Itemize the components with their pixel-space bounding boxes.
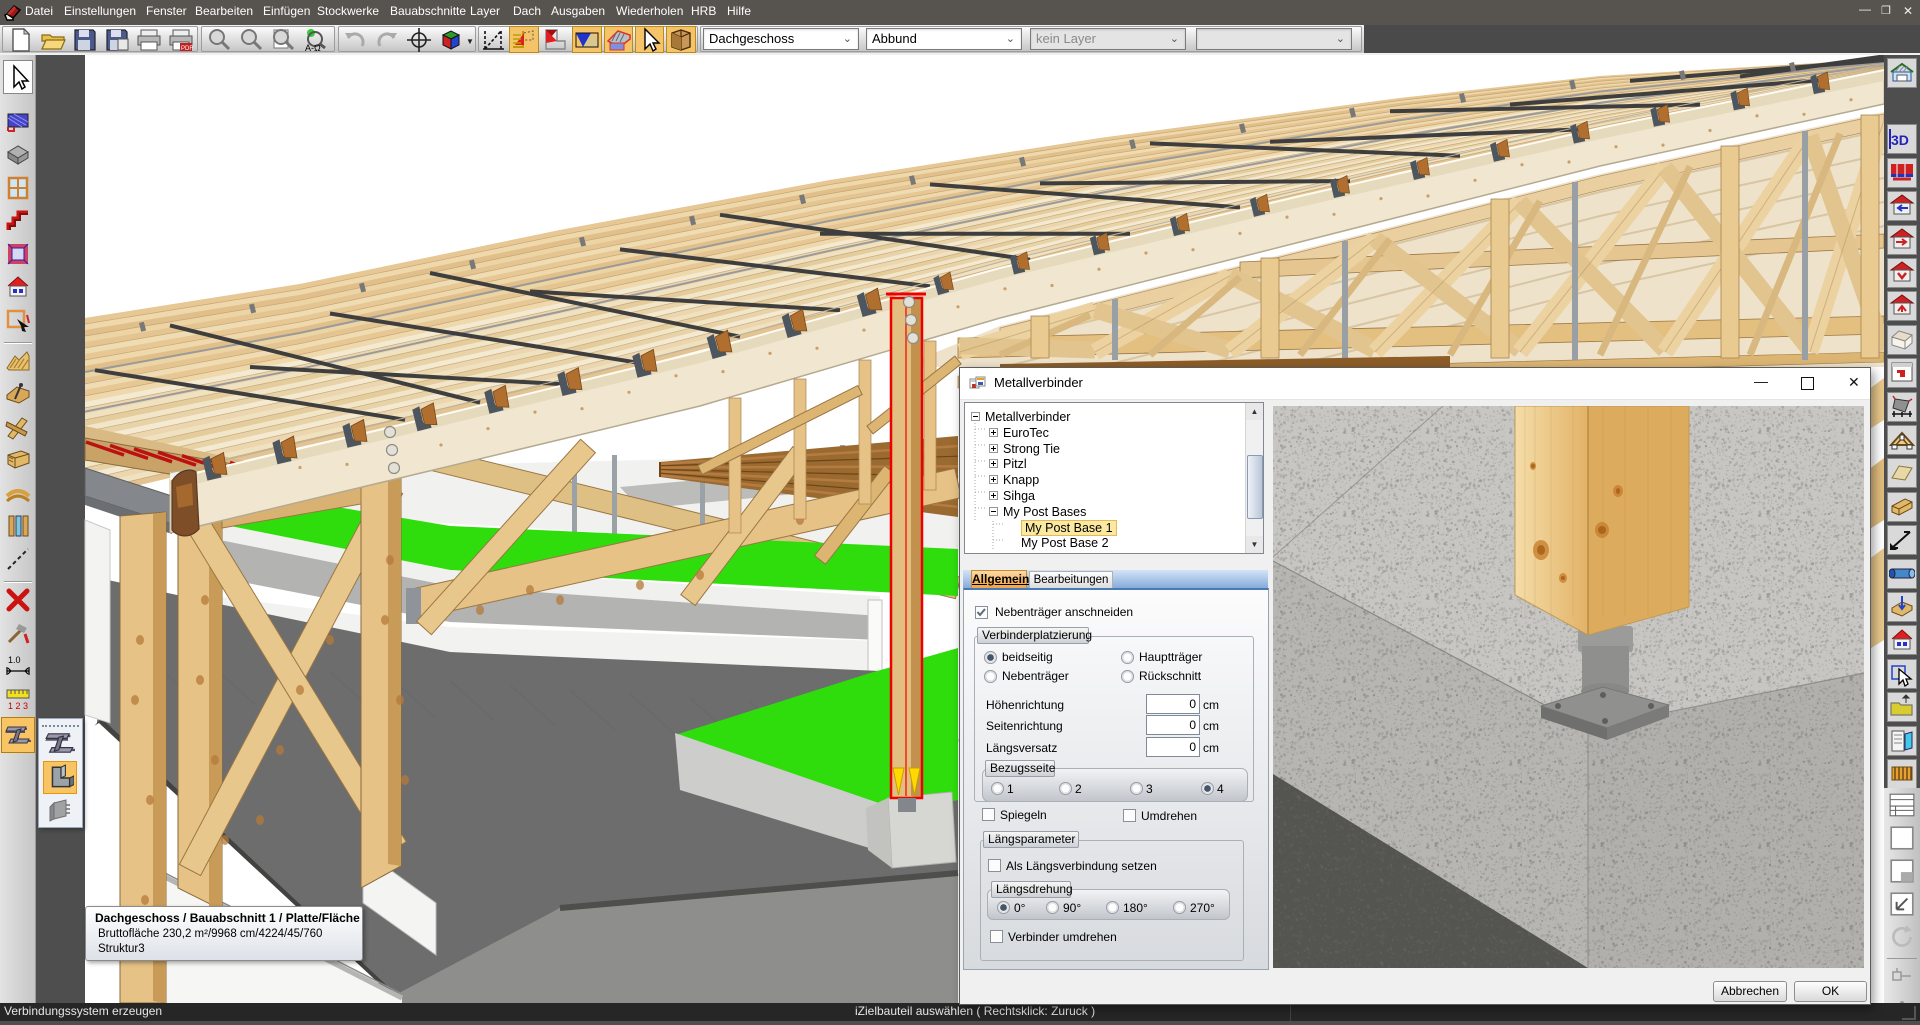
svg-text:1 2 3: 1 2 3 xyxy=(8,701,28,711)
svg-text:A-Ω: A-Ω xyxy=(305,43,321,53)
svg-text:PDF: PDF xyxy=(181,46,193,52)
svg-text:3D: 3D xyxy=(1891,132,1909,148)
svg-text:1.0: 1.0 xyxy=(8,655,21,665)
